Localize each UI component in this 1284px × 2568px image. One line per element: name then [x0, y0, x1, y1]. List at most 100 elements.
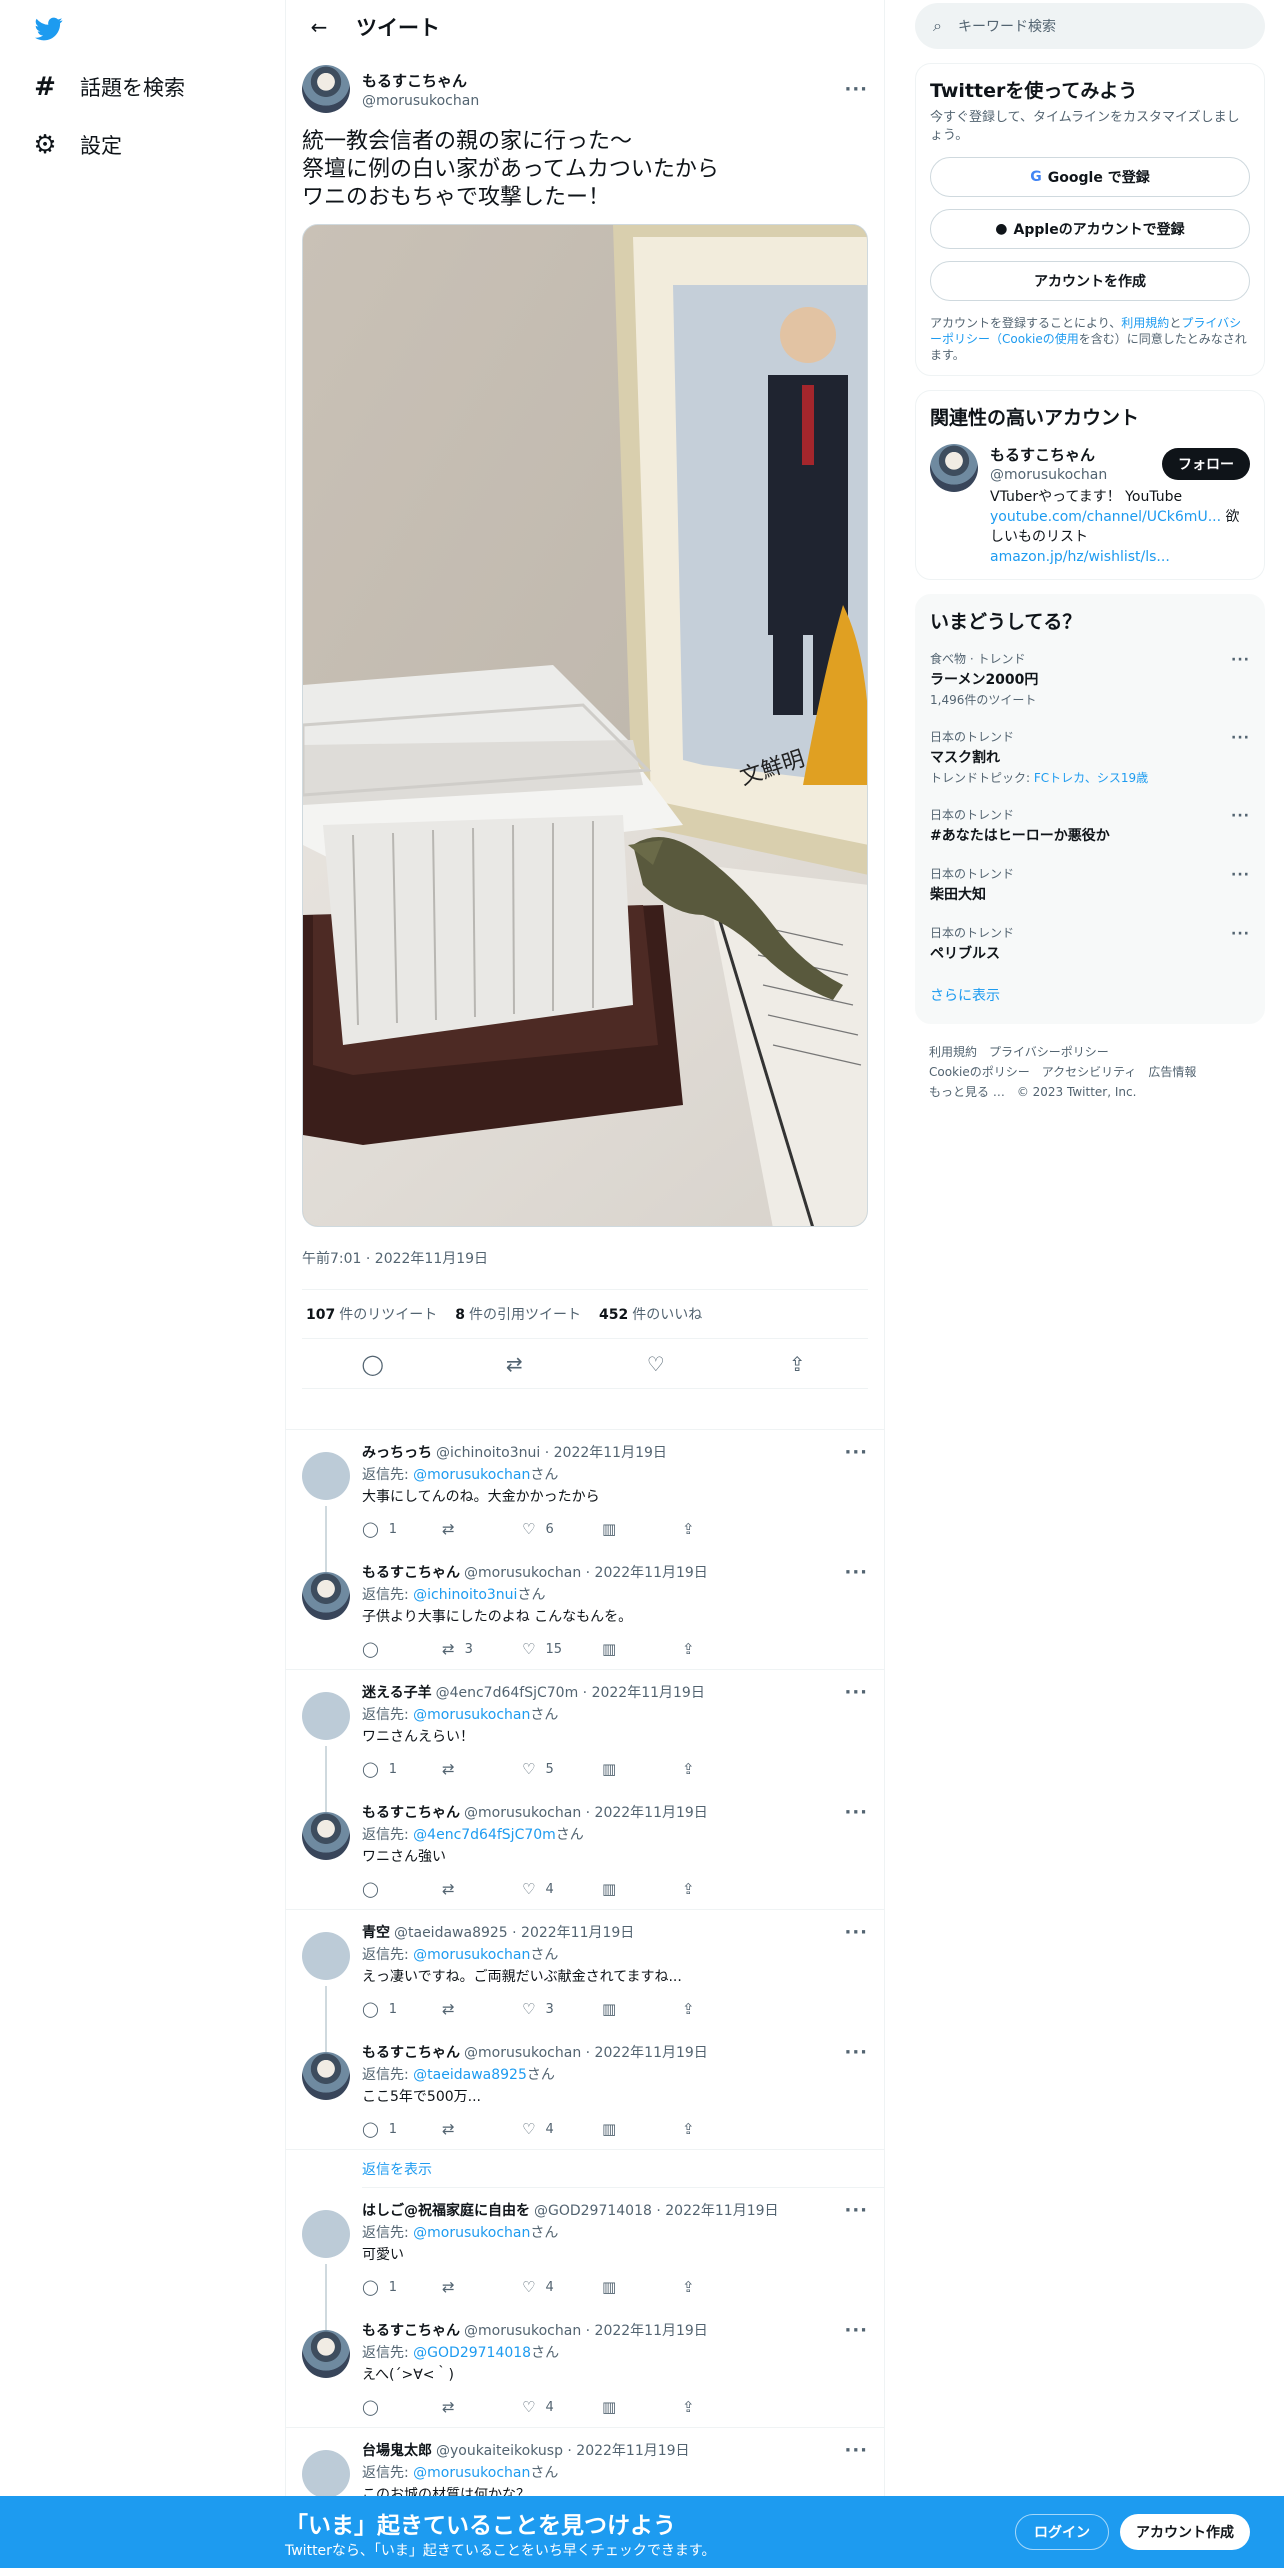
retweet-button[interactable]: ⇄	[442, 1520, 522, 1538]
more-options-icon[interactable]: ···	[844, 1922, 868, 1943]
more-options-icon[interactable]: ···	[1231, 808, 1250, 824]
reply-author-name[interactable]: みっちっち	[362, 1442, 432, 1462]
avatar[interactable]	[302, 2330, 350, 2378]
more-options-icon[interactable]: ···	[1231, 926, 1250, 942]
back-arrow-icon[interactable]: ←	[302, 10, 336, 44]
more-options-icon[interactable]: ···	[844, 79, 868, 100]
reply-to-link[interactable]: @morusukochan	[413, 1947, 530, 1963]
retweet-button[interactable]: ⇄	[442, 2120, 522, 2138]
avatar[interactable]	[302, 2052, 350, 2100]
reply-button[interactable]: ◯ 1	[362, 2278, 442, 2296]
relevant-handle[interactable]: @morusukochan	[990, 467, 1162, 483]
trend-item[interactable]: 食べ物 · トレンド ラーメン2000円 1,496件のツイート ···	[930, 640, 1250, 718]
share-button[interactable]: ⇪	[682, 2278, 762, 2296]
analytics-button[interactable]: ▥	[602, 2278, 682, 2296]
avatar[interactable]	[302, 2450, 350, 2496]
reply-to-link[interactable]: @morusukochan	[413, 2465, 530, 2481]
analytics-button[interactable]: ▥	[602, 2120, 682, 2138]
relevant-name[interactable]: もるすこちゃん	[990, 444, 1162, 465]
reply-to-link[interactable]: @morusukochan	[413, 2225, 530, 2241]
retweet-button[interactable]: ⇄	[442, 1760, 522, 1778]
avatar[interactable]	[302, 1452, 350, 1500]
like-button[interactable]: ♡ 4	[522, 2398, 602, 2416]
share-button[interactable]: ⇪	[682, 1880, 762, 1898]
reply-author-name[interactable]: 台場鬼太郎	[362, 2440, 432, 2460]
login-button[interactable]: ログイン	[1015, 2514, 1109, 2550]
reply-to-link[interactable]: @ichinoito3nui	[413, 1587, 517, 1603]
reply-author-name[interactable]: はしご@祝福家庭に自由を	[362, 2200, 530, 2220]
avatar[interactable]	[930, 444, 978, 492]
reply-to-link[interactable]: @morusukochan	[413, 1707, 530, 1723]
reply-icon[interactable]: ◯	[353, 1352, 393, 1376]
author-handle[interactable]: @morusukochan	[362, 93, 844, 109]
reply-button[interactable]: ◯ 1	[362, 2120, 442, 2138]
reply-button[interactable]: ◯	[362, 1880, 442, 1898]
more-options-icon[interactable]: ···	[844, 1682, 868, 1703]
follow-button[interactable]: フォロー	[1162, 447, 1250, 480]
avatar[interactable]	[302, 1932, 350, 1980]
footer-terms[interactable]: 利用規約	[929, 1045, 977, 1059]
show-more-link[interactable]: さらに表示	[930, 973, 1250, 1011]
avatar[interactable]	[302, 65, 350, 113]
nav-settings[interactable]: ⚙ 設定	[30, 122, 122, 168]
reply-tweet[interactable]: はしご@祝福家庭に自由を @GOD29714018 · 2022年11月19日 ··…	[286, 2188, 884, 2330]
analytics-button[interactable]: ▥	[602, 1880, 682, 1898]
retweet-button[interactable]: ⇄	[442, 1880, 522, 1898]
share-button[interactable]: ⇪	[682, 1520, 762, 1538]
footer-cookie[interactable]: Cookieのポリシー	[929, 1065, 1030, 1079]
trend-item[interactable]: 日本のトレンド マスク割れ トレンドトピック: FCトレカ、シス19歳 ···	[930, 718, 1250, 796]
reply-author-name[interactable]: もるすこちゃん	[362, 1802, 460, 1822]
like-button[interactable]: ♡ 6	[522, 1520, 602, 1538]
trend-item[interactable]: 日本のトレンド 柴田大知 ···	[930, 855, 1250, 914]
more-options-icon[interactable]: ···	[844, 1562, 868, 1583]
reply-author-name[interactable]: 青空	[362, 1922, 390, 1942]
like-stat[interactable]: 452 件のいいね	[599, 1304, 702, 1324]
footer-ads[interactable]: 広告情報	[1148, 1065, 1196, 1079]
reply-author-name[interactable]: もるすこちゃん	[362, 1562, 460, 1582]
reply-to-link[interactable]: @taeidawa8925	[413, 2067, 527, 2083]
analytics-button[interactable]: ▥	[602, 1640, 682, 1658]
share-button[interactable]: ⇪	[682, 2398, 762, 2416]
avatar[interactable]	[302, 1812, 350, 1860]
like-button[interactable]: ♡ 15	[522, 1640, 602, 1658]
signup-button[interactable]: アカウント作成	[1120, 2514, 1250, 2550]
reply-to-link[interactable]: @GOD29714018	[413, 2345, 531, 2361]
reply-tweet[interactable]: もるすこちゃん @morusukochan · 2022年11月19日 ··· 返信先…	[286, 2308, 884, 2428]
nav-explore[interactable]: # 話題を検索	[30, 64, 185, 110]
reply-tweet[interactable]: 台場鬼太郎 @youkaiteikokusp · 2022年11月19日 ··· 返信…	[286, 2428, 884, 2496]
retweet-button[interactable]: ⇄	[442, 2278, 522, 2296]
reply-button[interactable]: ◯ 1	[362, 1760, 442, 1778]
more-options-icon[interactable]: ···	[844, 2042, 868, 2063]
apple-signup-button[interactable]: ● Appleのアカウントで登録	[930, 209, 1250, 249]
show-replies-link[interactable]: 返信を表示	[362, 2150, 884, 2188]
retweet-button[interactable]: ⇄	[442, 2398, 522, 2416]
retweet-button[interactable]: ⇄ 3	[442, 1640, 522, 1658]
share-button[interactable]: ⇪	[682, 2000, 762, 2018]
like-button[interactable]: ♡ 4	[522, 2278, 602, 2296]
share-icon[interactable]: ⇪	[777, 1352, 817, 1376]
avatar[interactable]	[302, 1572, 350, 1620]
reply-tweet[interactable]: もるすこちゃん @morusukochan · 2022年11月19日 ··· 返信先…	[286, 2030, 884, 2150]
trend-item[interactable]: 日本のトレンド ペリブルス ···	[930, 914, 1250, 973]
search-input[interactable]: ⌕ キーワード検索	[915, 3, 1265, 49]
reply-tweet[interactable]: みっちっち @ichinoito3nui · 2022年11月19日 ··· 返信先:…	[286, 1430, 884, 1572]
reply-button[interactable]: ◯ 1	[362, 1520, 442, 1538]
author-name[interactable]: もるすこちゃん	[362, 70, 844, 91]
more-options-icon[interactable]: ···	[1231, 652, 1250, 668]
twitter-logo-icon[interactable]	[33, 15, 65, 43]
avatar[interactable]	[302, 2210, 350, 2258]
reply-tweet[interactable]: もるすこちゃん @morusukochan · 2022年11月19日 ··· 返信先…	[286, 1790, 884, 1910]
share-button[interactable]: ⇪	[682, 1760, 762, 1778]
analytics-button[interactable]: ▥	[602, 1520, 682, 1538]
more-options-icon[interactable]: ···	[1231, 867, 1250, 883]
more-options-icon[interactable]: ···	[1231, 730, 1250, 746]
like-button[interactable]: ♡ 3	[522, 2000, 602, 2018]
like-button[interactable]: ♡ 4	[522, 1880, 602, 1898]
more-options-icon[interactable]: ···	[844, 2200, 868, 2221]
footer-accessibility[interactable]: アクセシビリティ	[1042, 1065, 1137, 1079]
share-button[interactable]: ⇪	[682, 2120, 762, 2138]
avatar[interactable]	[302, 1692, 350, 1740]
like-icon[interactable]: ♡	[636, 1352, 676, 1376]
quote-stat[interactable]: 8 件の引用ツイート	[455, 1304, 581, 1324]
more-options-icon[interactable]: ···	[844, 2440, 868, 2461]
